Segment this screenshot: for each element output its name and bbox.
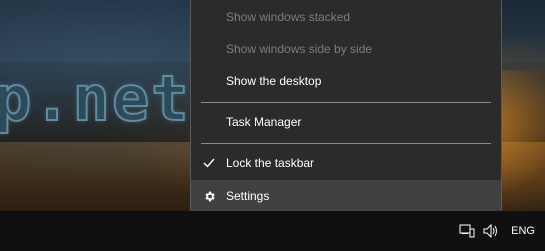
network-icon[interactable] <box>457 221 477 241</box>
menu-item-label: Lock the taskbar <box>226 156 315 170</box>
menu-item-show-desktop[interactable]: Show the desktop <box>191 66 501 96</box>
menu-item-show-windows-side-by-side[interactable]: Show windows side by side <box>191 34 501 64</box>
checkmark-icon <box>202 156 216 170</box>
menu-separator <box>201 143 491 144</box>
taskbar[interactable]: ENG <box>0 211 545 251</box>
language-indicator[interactable]: ENG <box>511 225 535 237</box>
menu-item-lock-taskbar[interactable]: Lock the taskbar <box>191 148 501 178</box>
taskbar-context-menu: Show windows stacked Show windows side b… <box>190 0 502 220</box>
menu-item-show-windows-stacked[interactable]: Show windows stacked <box>191 2 501 32</box>
speaker-icon[interactable] <box>481 221 501 241</box>
menu-item-task-manager[interactable]: Task Manager <box>191 107 501 137</box>
menu-item-label: Show windows stacked <box>226 10 351 24</box>
menu-item-label: Show the desktop <box>226 74 322 88</box>
menu-item-label: Settings <box>226 189 270 203</box>
menu-separator <box>201 102 491 103</box>
system-tray: ENG <box>457 211 545 251</box>
menu-item-label: Show windows side by side <box>226 42 373 56</box>
menu-item-label: Task Manager <box>226 115 302 129</box>
gear-icon <box>202 189 216 203</box>
wallpaper-watermark: p.net <box>0 61 191 136</box>
menu-item-settings[interactable]: Settings <box>191 180 501 212</box>
